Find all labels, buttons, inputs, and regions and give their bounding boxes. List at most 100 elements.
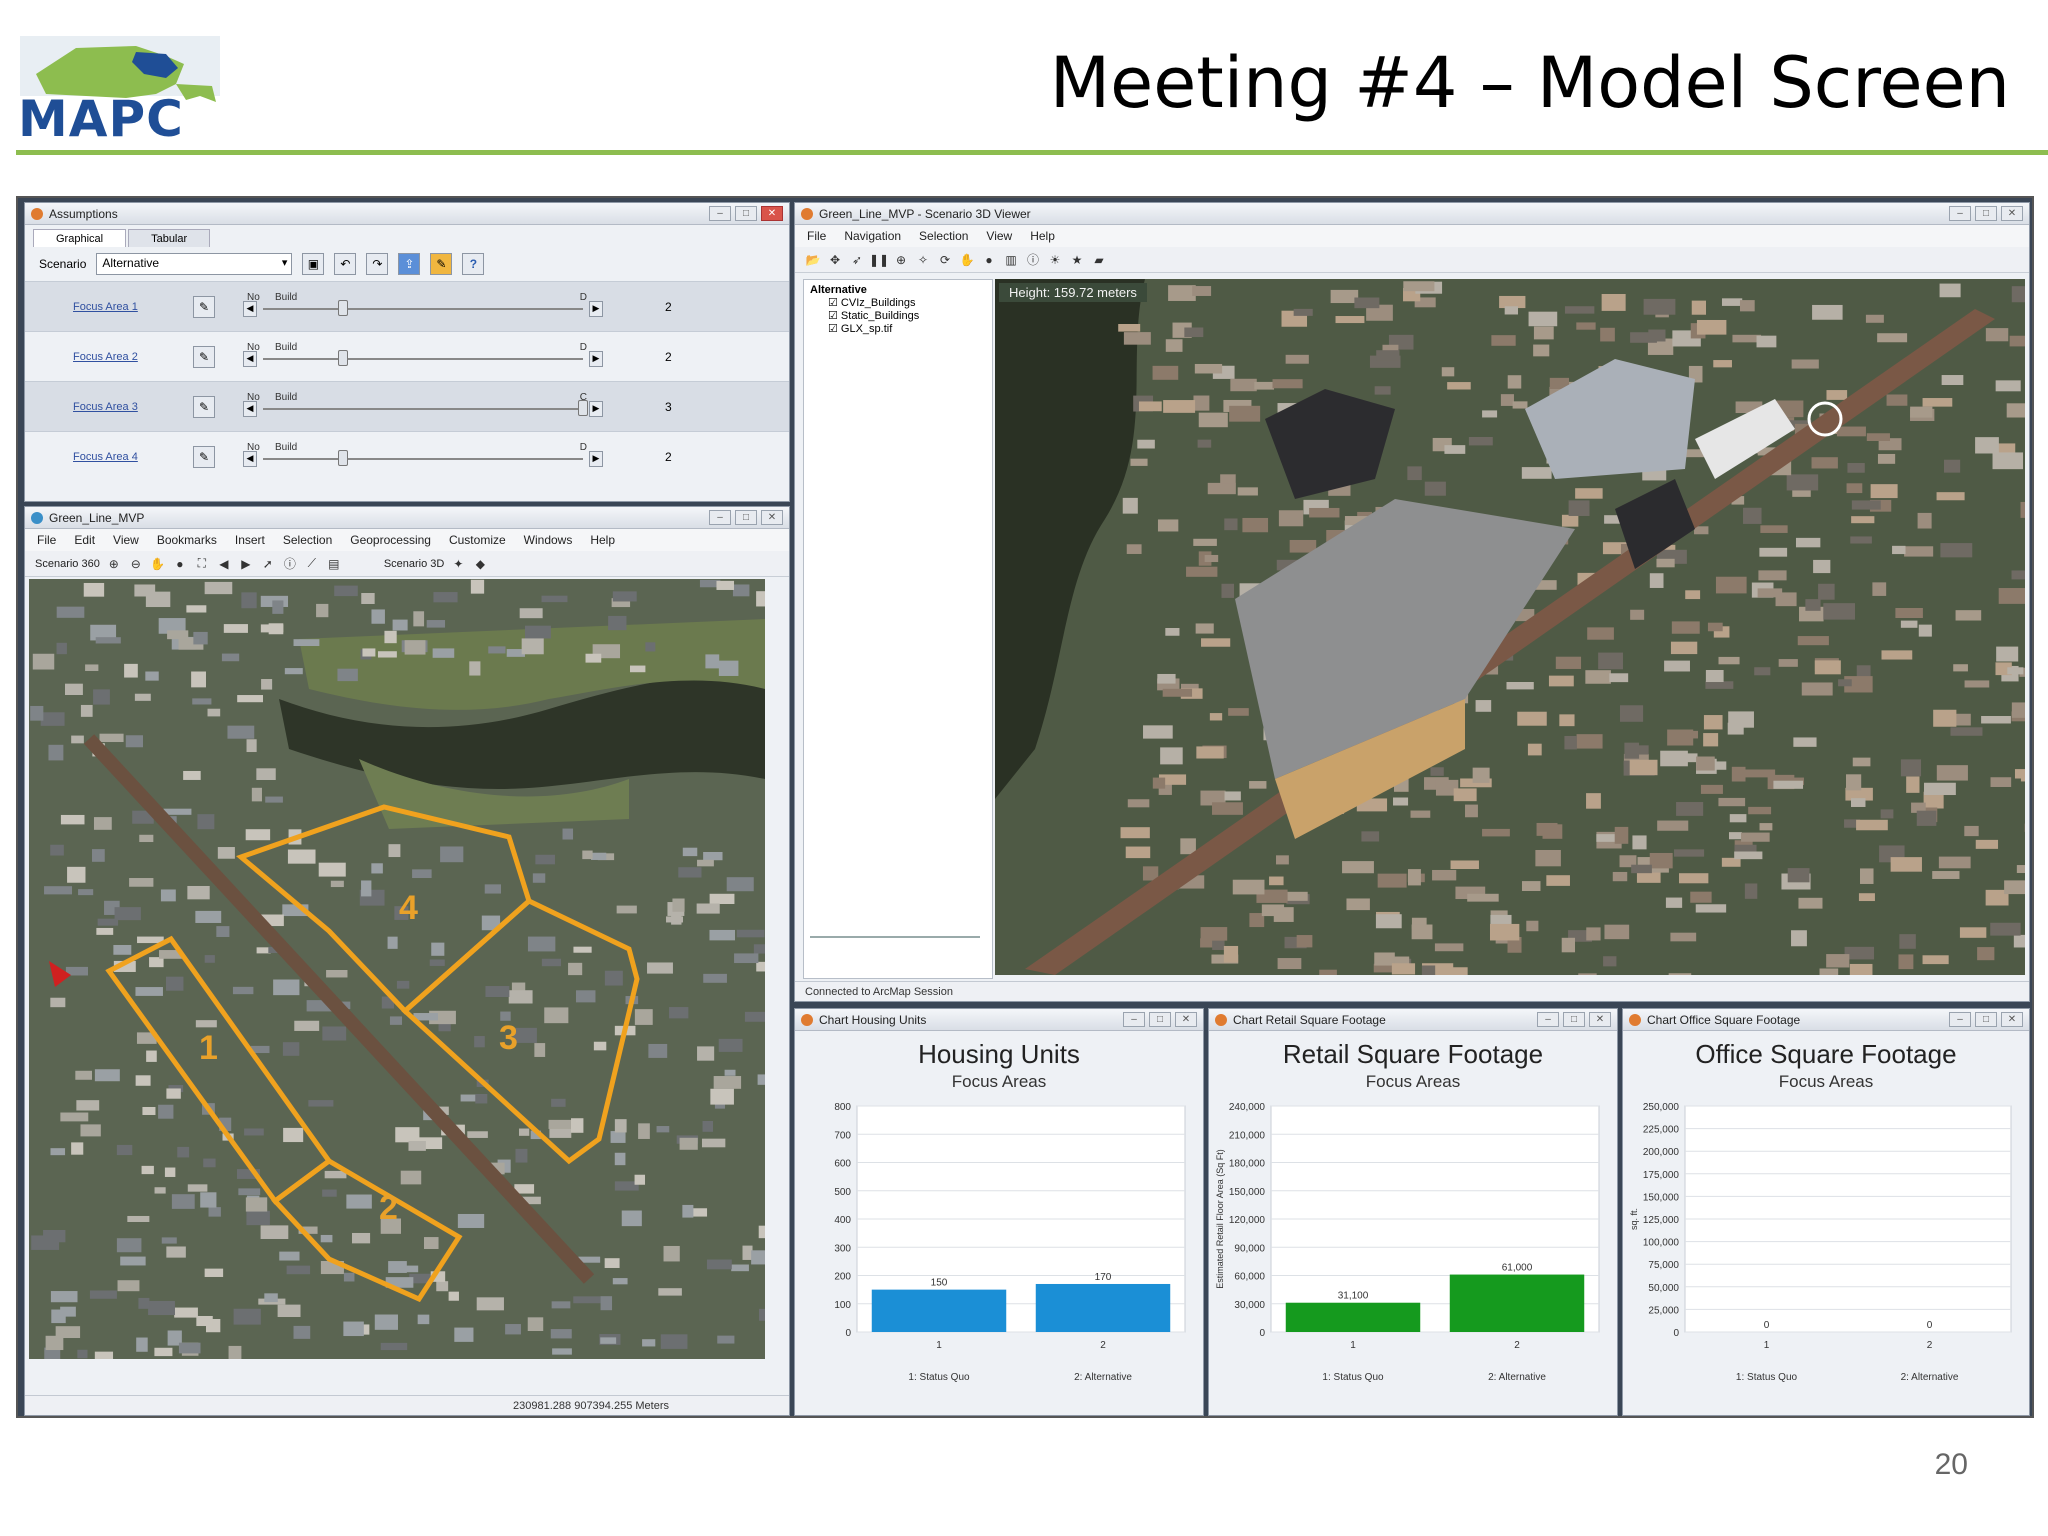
slider-thumb[interactable] [338, 449, 348, 466]
save-icon[interactable]: ▣ [302, 253, 325, 275]
menu-selection[interactable]: Selection [919, 229, 968, 243]
slider-right-arrow-icon[interactable]: ▶ [589, 400, 603, 417]
slider-left-arrow-icon[interactable]: ◀ [243, 400, 257, 417]
menu-file[interactable]: File [807, 229, 826, 243]
edit-icon[interactable]: ✎ [193, 345, 215, 368]
minimize-button[interactable]: – [1949, 1012, 1971, 1027]
scenario3d-dropdown[interactable]: Scenario 3D [384, 558, 445, 570]
map2d-canvas[interactable]: 1 2 3 4 [29, 579, 765, 1359]
fly-icon[interactable]: ➶ [849, 252, 865, 268]
camera-icon[interactable]: ▰ [1091, 252, 1107, 268]
maximize-button[interactable]: □ [735, 206, 757, 221]
target-icon[interactable]: ✧ [915, 252, 931, 268]
build-slider[interactable]: No Build C ◀ ▶ [243, 392, 603, 422]
menu-file[interactable]: File [37, 533, 56, 547]
globe-icon[interactable]: ● [172, 556, 188, 572]
close-button[interactable]: ✕ [761, 510, 783, 525]
pan-icon[interactable]: ✋ [150, 556, 166, 572]
tab-tabular[interactable]: Tabular [128, 229, 211, 247]
menu-edit[interactable]: Edit [74, 533, 95, 547]
minimize-button[interactable]: – [1537, 1012, 1559, 1027]
zoom-out-icon[interactable]: ⊖ [128, 556, 144, 572]
edit-icon[interactable]: ✎ [193, 295, 215, 318]
export-icon[interactable]: ⇪ [398, 253, 421, 275]
slider-thumb[interactable] [578, 399, 588, 416]
maximize-button[interactable]: □ [735, 510, 757, 525]
zoom-icon[interactable]: ⊕ [893, 252, 909, 268]
slider-right-arrow-icon[interactable]: ▶ [589, 300, 603, 317]
slider-left-arrow-icon[interactable]: ◀ [243, 450, 257, 467]
redo-icon[interactable]: ↷ [366, 253, 389, 275]
slider-left-arrow-icon[interactable]: ◀ [243, 300, 257, 317]
close-button[interactable]: ✕ [1175, 1012, 1197, 1027]
menu-view[interactable]: View [113, 533, 139, 547]
layer-item[interactable]: ☑ GLX_sp.tif [828, 322, 986, 335]
info-icon[interactable]: ⓘ [1025, 252, 1041, 268]
undo-icon[interactable]: ↶ [334, 253, 357, 275]
slider-right-arrow-icon[interactable]: ▶ [589, 350, 603, 367]
help-icon[interactable]: ? [462, 253, 485, 275]
menu-help[interactable]: Help [1030, 229, 1055, 243]
forward-icon[interactable]: ▶ [238, 556, 254, 572]
build-slider[interactable]: No Build D ◀ ▶ [243, 442, 603, 472]
menu-help[interactable]: Help [590, 533, 615, 547]
build-slider[interactable]: No Build D ◀ ▶ [243, 342, 603, 372]
light-icon[interactable]: ☀ [1047, 252, 1063, 268]
minimize-button[interactable]: – [709, 510, 731, 525]
tool-icon[interactable]: ✦ [450, 556, 466, 572]
edit-icon[interactable]: ✎ [193, 445, 215, 468]
focus-area-link[interactable]: Focus Area 1 [73, 301, 193, 313]
slider-right-arrow-icon[interactable]: ▶ [589, 450, 603, 467]
open-icon[interactable]: 📂 [805, 252, 821, 268]
pan-icon[interactable]: ✋ [959, 252, 975, 268]
menu-bookmarks[interactable]: Bookmarks [157, 533, 217, 547]
close-button[interactable]: ✕ [2001, 206, 2023, 221]
edit-icon[interactable]: ✎ [430, 253, 453, 275]
full-extent-icon[interactable]: ⛶ [194, 556, 210, 572]
minimize-button[interactable]: – [1123, 1012, 1145, 1027]
minimize-button[interactable]: – [1949, 206, 1971, 221]
measure-icon[interactable]: ⟋ [304, 556, 320, 572]
close-button[interactable]: ✕ [761, 206, 783, 221]
menu-selection[interactable]: Selection [283, 533, 332, 547]
globe-icon[interactable]: ● [981, 252, 997, 268]
layer-item[interactable]: ☑ Static_Buildings [828, 309, 986, 322]
menu-navigation[interactable]: Navigation [844, 229, 901, 243]
maximize-button[interactable]: □ [1149, 1012, 1171, 1027]
back-icon[interactable]: ◀ [216, 556, 232, 572]
pause-icon[interactable]: ❚❚ [869, 252, 889, 268]
select-icon[interactable]: ➚ [260, 556, 276, 572]
layers-icon[interactable]: ▥ [1003, 252, 1019, 268]
slider-thumb[interactable] [338, 299, 348, 316]
minimize-button[interactable]: – [709, 206, 731, 221]
navigate-icon[interactable]: ✥ [827, 252, 843, 268]
tab-graphical[interactable]: Graphical [33, 229, 127, 247]
focus-area-link[interactable]: Focus Area 4 [73, 451, 193, 463]
edit-icon[interactable]: ✎ [193, 395, 215, 418]
zoom-in-icon[interactable]: ⊕ [106, 556, 122, 572]
build-slider[interactable]: No Build D ◀ ▶ [243, 292, 603, 322]
star-icon[interactable]: ★ [1069, 252, 1085, 268]
layer-item[interactable]: ☑ CVIz_Buildings [828, 296, 986, 309]
menu-insert[interactable]: Insert [235, 533, 265, 547]
focus-area-link[interactable]: Focus Area 3 [73, 401, 193, 413]
menu-view[interactable]: View [986, 229, 1012, 243]
identify-icon[interactable]: ⓘ [282, 556, 298, 572]
close-button[interactable]: ✕ [2001, 1012, 2023, 1027]
maximize-button[interactable]: □ [1975, 206, 1997, 221]
maximize-button[interactable]: □ [1563, 1012, 1585, 1027]
maximize-button[interactable]: □ [1975, 1012, 1997, 1027]
menu-windows[interactable]: Windows [524, 533, 573, 547]
layout-icon[interactable]: ▤ [326, 556, 342, 572]
rotate-icon[interactable]: ⟳ [937, 252, 953, 268]
menu-geoprocessing[interactable]: Geoprocessing [350, 533, 431, 547]
close-button[interactable]: ✕ [1589, 1012, 1611, 1027]
scenario360-dropdown[interactable]: Scenario 360 [35, 558, 100, 570]
menu-customize[interactable]: Customize [449, 533, 506, 547]
toc-slider[interactable] [810, 936, 980, 950]
slider-thumb[interactable] [338, 349, 348, 366]
launch-3d-icon[interactable]: ◆ [472, 556, 488, 572]
scene3d-canvas[interactable]: Height: 159.72 meters [995, 279, 2025, 975]
slider-left-arrow-icon[interactable]: ◀ [243, 350, 257, 367]
focus-area-link[interactable]: Focus Area 2 [73, 351, 193, 363]
